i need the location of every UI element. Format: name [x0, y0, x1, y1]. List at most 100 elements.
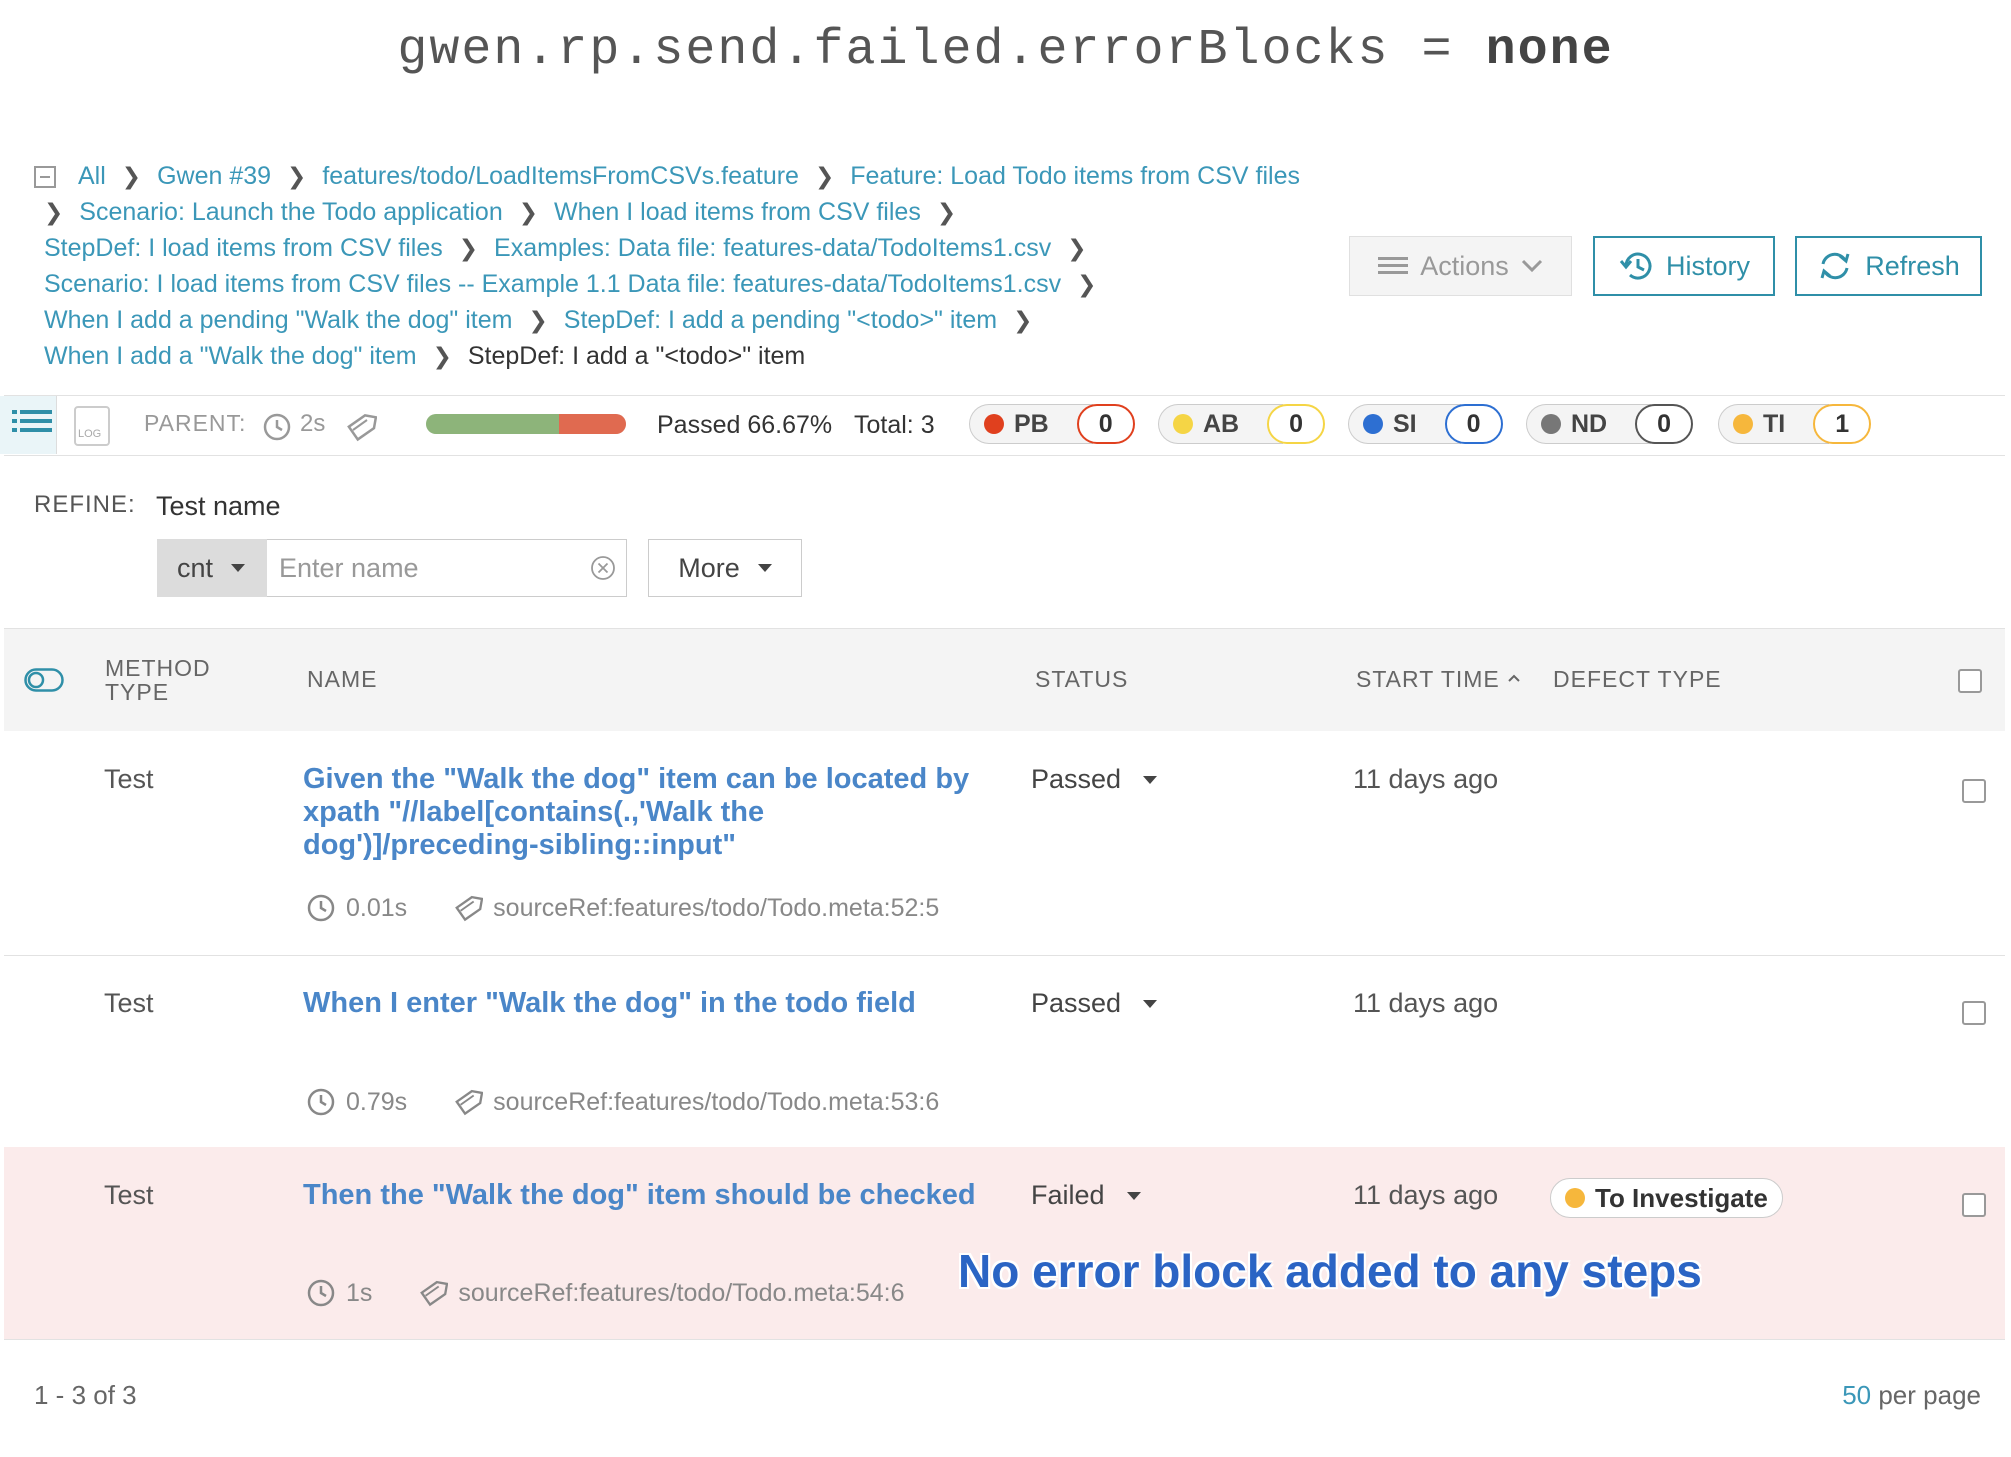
more-filters-dropdown[interactable]: More [648, 539, 802, 597]
column-header-start-time[interactable]: START TIME [1356, 667, 1521, 691]
status-dropdown[interactable]: Passed [1031, 764, 1158, 795]
status-dropdown[interactable]: Failed [1031, 1180, 1141, 1211]
pass-rate-bar [426, 414, 626, 434]
breadcrumb-item[interactable]: Scenario: Launch the Todo application [79, 198, 502, 226]
total-count-text: Total: 3 [854, 411, 935, 439]
column-header-method-type[interactable]: METHOD TYPE [105, 656, 225, 704]
per-page-number[interactable]: 50 [1842, 1380, 1871, 1410]
breadcrumb-item[interactable]: Scenario: I load items from CSV files --… [44, 270, 1061, 298]
list-view-button[interactable] [0, 396, 57, 454]
passed-rate-text: Passed 66.67% [657, 411, 833, 439]
breadcrumb-item[interactable]: All [78, 162, 106, 190]
defect-code: TI [1763, 409, 1786, 438]
status-dropdown[interactable]: Passed [1031, 988, 1158, 1019]
defect-badge-si[interactable]: SI 0 [1348, 404, 1503, 444]
refine-label: REFINE: [34, 491, 136, 518]
automation-bug-dot-icon [1173, 414, 1193, 434]
test-name-link[interactable]: Then the "Walk the dog" item should be c… [303, 1179, 993, 1212]
breadcrumb-item[interactable]: Gwen #39 [157, 162, 271, 190]
defect-badge-label: ND [1526, 404, 1652, 444]
toggle-icon[interactable] [24, 668, 64, 692]
breadcrumb-item[interactable]: features/todo/LoadItemsFromCSVs.feature [322, 162, 799, 190]
tag-icon [347, 414, 377, 442]
defect-count: 0 [1267, 404, 1326, 444]
test-name-link[interactable]: When I enter "Walk the dog" in the todo … [303, 987, 993, 1020]
chevron-right-icon: ❯ [528, 307, 548, 333]
column-header-status[interactable]: STATUS [1035, 667, 1128, 691]
parent-duration: 2s [300, 410, 326, 437]
chevron-right-icon: ❯ [458, 235, 479, 261]
history-button[interactable]: History [1593, 236, 1775, 296]
condition-dropdown[interactable]: cnt [157, 539, 267, 597]
caret-down-icon [1143, 775, 1158, 784]
chevron-down-icon [1521, 259, 1542, 273]
row-checkbox[interactable] [1962, 1001, 1986, 1025]
pagination-range: 1 - 3 of 3 [34, 1380, 137, 1410]
chevron-right-icon: ❯ [44, 199, 64, 225]
defect-badge-pb[interactable]: PB 0 [969, 404, 1135, 444]
breadcrumb-line-5: When I add a pending "Walk the dog" item… [44, 302, 1048, 338]
breadcrumb-item[interactable]: Examples: Data file: features-data/TodoI… [494, 234, 1051, 262]
caret-down-icon [231, 564, 246, 572]
breadcrumb-line-2: ❯ Scenario: Launch the Todo application ❯ W… [44, 194, 972, 230]
refresh-icon [1820, 252, 1850, 280]
defect-badge-nd[interactable]: ND 0 [1526, 404, 1694, 444]
start-time-label: START TIME [1356, 666, 1500, 692]
defect-badge-ti[interactable]: TI 1 [1718, 404, 1872, 444]
clock-icon [307, 894, 335, 922]
breadcrumb-item[interactable]: When I load items from CSV files [554, 198, 921, 226]
refresh-button[interactable]: Refresh [1795, 236, 1982, 296]
status-value: Passed [1031, 764, 1122, 794]
info-bar: LOG PARENT: 2s Passed 66.67% Total: 3 PB… [0, 396, 2011, 454]
row-checkbox[interactable] [1962, 779, 1986, 803]
actions-dropdown[interactable]: Actions [1349, 236, 1572, 296]
divider [4, 1339, 2005, 1340]
defect-badge-label: AB [1158, 404, 1284, 444]
defect-badge-label: SI [1348, 404, 1461, 444]
start-time: 11 days ago [1353, 764, 1499, 794]
caret-down-icon [757, 564, 772, 572]
defect-count: 0 [1444, 404, 1503, 444]
test-name-label: Test name [156, 491, 281, 521]
defect-type-badge[interactable]: To Investigate [1550, 1178, 1783, 1218]
row-checkbox[interactable] [1962, 1193, 1986, 1217]
method-type: Test [104, 764, 154, 794]
source-ref-attribute[interactable]: sourceRef:features/todo/Todo.meta:53:6 [493, 1088, 939, 1117]
defect-badge-ab[interactable]: AB 0 [1158, 404, 1326, 444]
breadcrumb-item[interactable]: Feature: Load Todo items from CSV files [850, 162, 1300, 190]
row-meta: 0.79s sourceRef:features/todo/Todo.meta:… [306, 1087, 939, 1117]
actions-label: Actions [1420, 250, 1509, 281]
collapse-toggle-icon[interactable] [34, 166, 56, 188]
table-row-failed: Test Then the "Walk the dog" item should… [4, 1147, 2005, 1339]
chevron-right-icon: ❯ [518, 199, 539, 225]
select-all-checkbox[interactable] [1958, 669, 1982, 693]
clear-icon[interactable] [590, 555, 616, 581]
breadcrumb-line-3: StepDef: I load items from CSV files ❯ Exa… [44, 230, 1103, 266]
column-header-defect-type[interactable]: DEFECT TYPE [1553, 667, 1722, 691]
defect-type-label: To Investigate [1595, 1182, 1768, 1213]
divider [4, 455, 2005, 456]
log-view-button[interactable]: LOG [74, 406, 110, 446]
column-header-name[interactable]: NAME [307, 667, 377, 691]
breadcrumb-line-4: Scenario: I load items from CSV files --… [44, 266, 1112, 302]
table-header: METHOD TYPE NAME STATUS START TIME DEFEC… [4, 629, 2005, 731]
source-ref-attribute[interactable]: sourceRef:features/todo/Todo.meta:54:6 [458, 1279, 904, 1308]
defect-code: AB [1203, 409, 1240, 438]
product-bug-dot-icon [984, 414, 1004, 434]
breadcrumb-item[interactable]: When I add a "Walk the dog" item [44, 342, 417, 370]
chevron-right-icon: ❯ [432, 343, 452, 369]
breadcrumb-item[interactable]: StepDef: I load items from CSV files [44, 234, 443, 262]
name-filter-input[interactable] [267, 539, 627, 597]
source-ref-attribute[interactable]: sourceRef:features/todo/Todo.meta:52:5 [493, 894, 939, 923]
per-page-selector[interactable]: 50 per page [1842, 1380, 1981, 1411]
method-type: Test [104, 1180, 154, 1210]
test-duration: 0.79s [346, 1087, 408, 1116]
breadcrumb-line-1: All ❯ Gwen #39 ❯ features/todo/LoadItemsFrom… [34, 158, 1300, 194]
defect-code: ND [1571, 409, 1608, 438]
status-value: Failed [1031, 1180, 1105, 1210]
breadcrumb-item[interactable]: When I add a pending "Walk the dog" item [44, 306, 512, 334]
test-name-link[interactable]: Given the "Walk the dog" item can be loc… [303, 763, 993, 862]
clock-icon [263, 413, 291, 441]
config-eq: = [1421, 22, 1454, 79]
breadcrumb-item[interactable]: StepDef: I add a pending "<todo>" item [564, 306, 997, 334]
